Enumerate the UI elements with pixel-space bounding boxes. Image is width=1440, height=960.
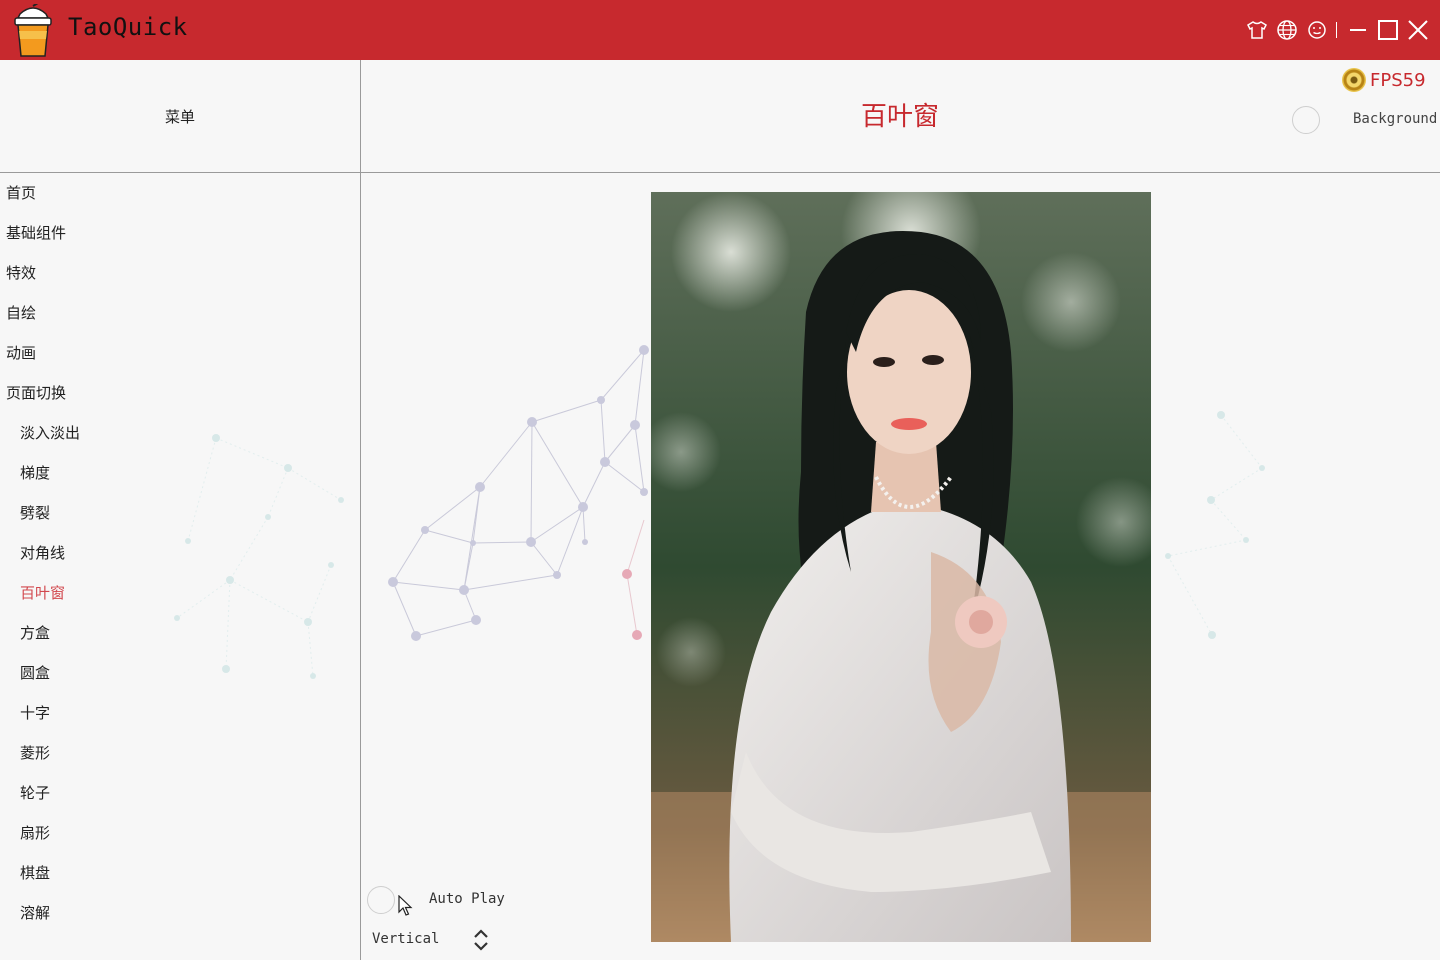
sidebar-item[interactable]: 扇形 — [0, 813, 358, 853]
minimize-button[interactable] — [1344, 16, 1372, 44]
maximize-button[interactable] — [1374, 16, 1402, 44]
sidebar-item[interactable]: 溶解 — [0, 893, 358, 933]
header-divider — [0, 172, 1440, 173]
app-logo-icon — [14, 4, 52, 57]
sidebar-item[interactable]: 特效 — [0, 253, 358, 293]
sidebar-item[interactable]: 菱形 — [0, 733, 358, 773]
background-toggle[interactable] — [1292, 106, 1320, 134]
sidebar-item[interactable]: 自绘 — [0, 293, 358, 333]
fps-icon — [1342, 68, 1366, 92]
minimize-icon — [1350, 29, 1366, 31]
titlebar-separator — [1336, 22, 1337, 38]
skin-icon — [1247, 21, 1267, 39]
close-icon — [1408, 20, 1428, 40]
about-icon — [1308, 21, 1326, 39]
sidebar-item[interactable]: 基础组件 — [0, 213, 358, 253]
background-label: Background — [1353, 111, 1438, 127]
app-title: TaoQuick — [68, 13, 188, 41]
menu-header: 菜单 — [164, 107, 195, 126]
autoplay-toggle[interactable] — [367, 886, 395, 914]
fps-text: FPS59 — [1370, 69, 1426, 91]
skin-button[interactable] — [1243, 16, 1271, 44]
sidebar-item[interactable]: 轮子 — [0, 773, 358, 813]
direction-select[interactable]: Vertical — [372, 928, 496, 954]
language-icon — [1277, 20, 1297, 40]
sidebar-item[interactable]: 棋盘 — [0, 853, 358, 893]
maximize-icon — [1378, 20, 1398, 40]
mouse-cursor-icon — [398, 895, 413, 916]
page-title: 百叶窗 — [860, 102, 939, 132]
language-button[interactable] — [1273, 16, 1301, 44]
updown-chevron-icon — [474, 929, 488, 951]
close-button[interactable] — [1404, 16, 1432, 44]
portrait-photo — [651, 192, 1151, 942]
sidebar-item[interactable]: 首页 — [0, 173, 358, 213]
about-button[interactable] — [1303, 16, 1331, 44]
direction-value: Vertical — [372, 931, 440, 947]
title-bar: TaoQuick — [0, 0, 1440, 60]
fps-indicator: FPS59 — [1342, 66, 1426, 94]
transition-image — [651, 192, 1151, 942]
autoplay-label: Auto Play — [429, 891, 505, 907]
